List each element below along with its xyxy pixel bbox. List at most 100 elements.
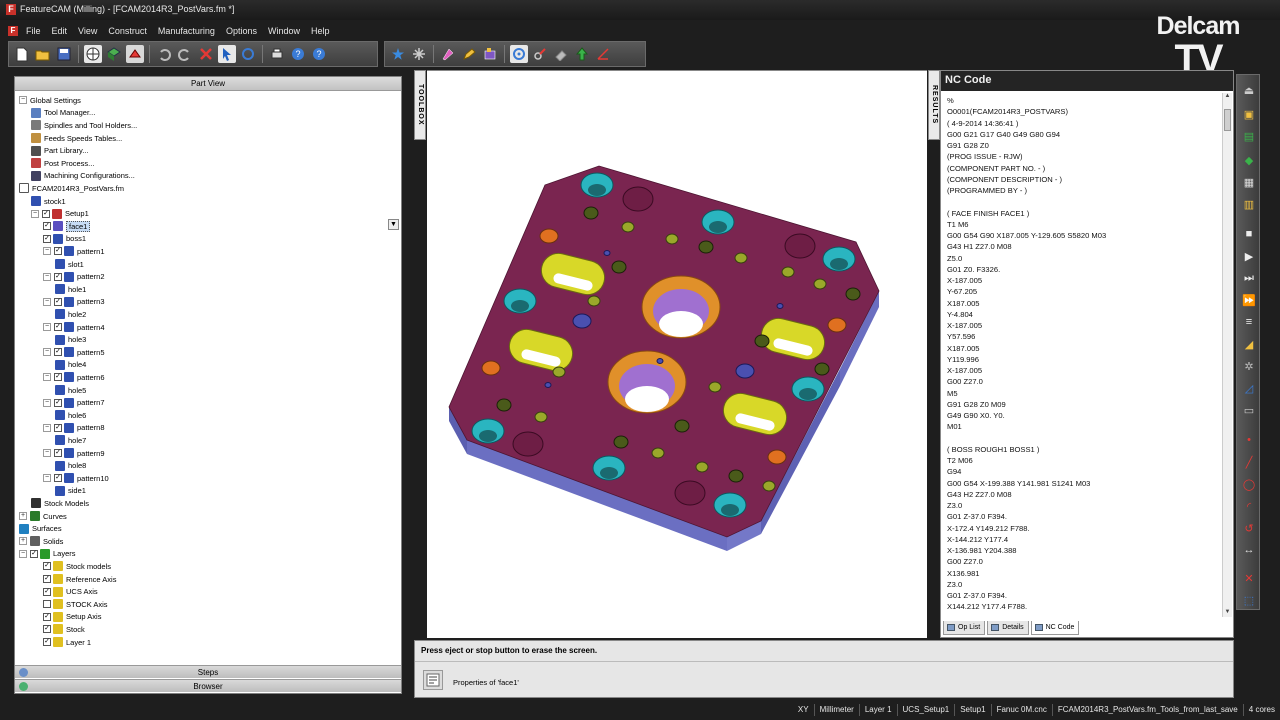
- status-plane[interactable]: XY: [793, 704, 814, 716]
- tab-nc-code[interactable]: NC Code: [1030, 621, 1080, 635]
- tree-item[interactable]: − ✓ pattern3: [43, 296, 105, 309]
- print-icon[interactable]: [268, 45, 286, 63]
- menu-view[interactable]: View: [72, 26, 102, 36]
- tree-item[interactable]: STOCK Axis: [43, 598, 108, 611]
- tree-item[interactable]: − ✓ pattern8: [43, 422, 105, 435]
- tool-view-icon[interactable]: ▥: [1240, 195, 1258, 213]
- new-icon[interactable]: [13, 45, 31, 63]
- tree-item[interactable]: − ✓ pattern9: [43, 447, 105, 460]
- tree-checkbox[interactable]: ✓: [43, 234, 51, 243]
- status-layer[interactable]: Layer 1: [858, 704, 897, 716]
- expand-icon[interactable]: +: [19, 512, 27, 521]
- menu-construct[interactable]: Construct: [102, 26, 152, 36]
- tree-item[interactable]: slot1: [55, 258, 84, 271]
- tab-steps[interactable]: Steps: [15, 665, 401, 678]
- menu-help[interactable]: Help: [305, 26, 335, 36]
- tree-item[interactable]: hole3: [55, 333, 86, 346]
- tree-checkbox[interactable]: ✓: [54, 272, 62, 281]
- scroll-down-icon[interactable]: ▼: [1223, 609, 1232, 617]
- stock-icon[interactable]: [481, 45, 499, 63]
- slope-icon[interactable]: ◿: [1240, 379, 1258, 397]
- view-xz-icon[interactable]: ▤: [1240, 127, 1258, 145]
- tab-browser[interactable]: Browser: [15, 679, 401, 692]
- properties-icon[interactable]: [423, 670, 443, 690]
- select-arrow-icon[interactable]: [218, 45, 236, 63]
- stop-icon[interactable]: ■: [1240, 225, 1258, 243]
- scroll-thumb[interactable]: [1224, 109, 1231, 131]
- view-xy-icon[interactable]: ▣: [1240, 105, 1258, 123]
- tree-item[interactable]: − ✓ pattern7: [43, 396, 105, 409]
- tree-checkbox[interactable]: ✓: [54, 398, 62, 407]
- tree-item[interactable]: − ✓ pattern1: [43, 245, 105, 258]
- tree-item[interactable]: side1: [55, 485, 86, 498]
- sparkle-icon[interactable]: [410, 45, 428, 63]
- tree-checkbox[interactable]: ✓: [43, 575, 51, 584]
- toolbox-toggle[interactable]: TOOLBOX: [414, 70, 426, 140]
- tree-checkbox[interactable]: ✓: [54, 423, 62, 432]
- tree-item[interactable]: Feeds Speeds Tables...: [31, 132, 122, 145]
- collapse-icon[interactable]: −: [43, 423, 51, 432]
- pencil-icon[interactable]: [460, 45, 478, 63]
- tree-item[interactable]: − ✓ pattern5: [43, 346, 105, 359]
- trim-icon[interactable]: ✕: [1240, 569, 1258, 587]
- status-units[interactable]: Millimeter: [813, 704, 859, 716]
- tree-item[interactable]: − ✓ pattern6: [43, 371, 105, 384]
- tree-item[interactable]: − Global Settings: [19, 94, 81, 107]
- help-icon[interactable]: ?: [310, 45, 328, 63]
- undo-icon[interactable]: [155, 45, 173, 63]
- cut-icon[interactable]: [531, 45, 549, 63]
- 3d-viewport[interactable]: [427, 70, 927, 638]
- tree-checkbox[interactable]: ✓: [54, 449, 62, 458]
- eraser-icon[interactable]: [552, 45, 570, 63]
- collapse-icon[interactable]: −: [31, 209, 39, 218]
- tree-item[interactable]: hole6: [55, 409, 86, 422]
- target-icon[interactable]: [510, 45, 528, 63]
- circle-icon[interactable]: ◯: [1240, 475, 1258, 493]
- scroll-up-icon[interactable]: ▲: [1223, 93, 1232, 101]
- tree-item[interactable]: − ✓ Setup1: [31, 207, 89, 220]
- globe-icon[interactable]: [84, 45, 102, 63]
- menu-edit[interactable]: Edit: [46, 26, 73, 36]
- arc-icon[interactable]: ◜: [1240, 497, 1258, 515]
- status-ucs[interactable]: UCS_Setup1: [896, 704, 955, 716]
- collapse-icon[interactable]: −: [43, 373, 51, 382]
- tree-item[interactable]: hole7: [55, 434, 86, 447]
- tree-item[interactable]: Tool Manager...: [31, 107, 95, 120]
- tree-dropdown-button[interactable]: ▼: [388, 219, 399, 230]
- status-post[interactable]: Fanuc 0M.cnc: [990, 704, 1052, 716]
- tree-item[interactable]: ✓ Layer 1: [43, 636, 91, 649]
- feature-icon[interactable]: [439, 45, 457, 63]
- tree-item[interactable]: stock1: [31, 195, 66, 208]
- eraser-icon[interactable]: ◢: [1240, 335, 1258, 353]
- menu-file[interactable]: File: [20, 26, 46, 36]
- step-icon[interactable]: ≡: [1240, 313, 1258, 331]
- measure-icon[interactable]: [594, 45, 612, 63]
- tree-item[interactable]: − ✓ pattern10: [43, 472, 109, 485]
- results-toggle[interactable]: RESULTS: [928, 70, 940, 140]
- tree-item[interactable]: ✓ boss1: [43, 233, 86, 246]
- tree-item[interactable]: hole5: [55, 384, 86, 397]
- tree-checkbox[interactable]: ✓: [43, 612, 51, 621]
- tree-item[interactable]: hole8: [55, 459, 86, 472]
- tree-item[interactable]: Post Process...: [31, 157, 94, 170]
- tree-item[interactable]: + Solids: [19, 535, 63, 548]
- tree-item[interactable]: − ✓ pattern4: [43, 321, 105, 334]
- tree-checkbox[interactable]: ✓: [54, 373, 62, 382]
- tree-item[interactable]: ✓ Setup Axis: [43, 611, 101, 624]
- fast-forward-icon[interactable]: ⏭: [1240, 269, 1258, 287]
- tree-item[interactable]: Part Library...: [31, 144, 88, 157]
- tree-checkbox[interactable]: ✓: [43, 638, 51, 647]
- view-iso-icon[interactable]: ◆: [1240, 151, 1258, 169]
- wizard-icon[interactable]: [389, 45, 407, 63]
- menu-options[interactable]: Options: [220, 26, 262, 36]
- tree-checkbox[interactable]: ✓: [43, 562, 51, 571]
- tree-checkbox[interactable]: ✓: [42, 209, 50, 218]
- tree-checkbox[interactable]: ✓: [54, 247, 62, 256]
- dimension-icon[interactable]: ↔: [1240, 541, 1258, 559]
- tree-item[interactable]: ✓ Stock: [43, 623, 85, 636]
- collapse-icon[interactable]: −: [43, 247, 51, 256]
- tree-checkbox[interactable]: ✓: [43, 587, 51, 596]
- tree-item[interactable]: ✓ face1: [43, 220, 91, 233]
- arrow-up-icon[interactable]: [573, 45, 591, 63]
- tree-checkbox[interactable]: [43, 600, 51, 609]
